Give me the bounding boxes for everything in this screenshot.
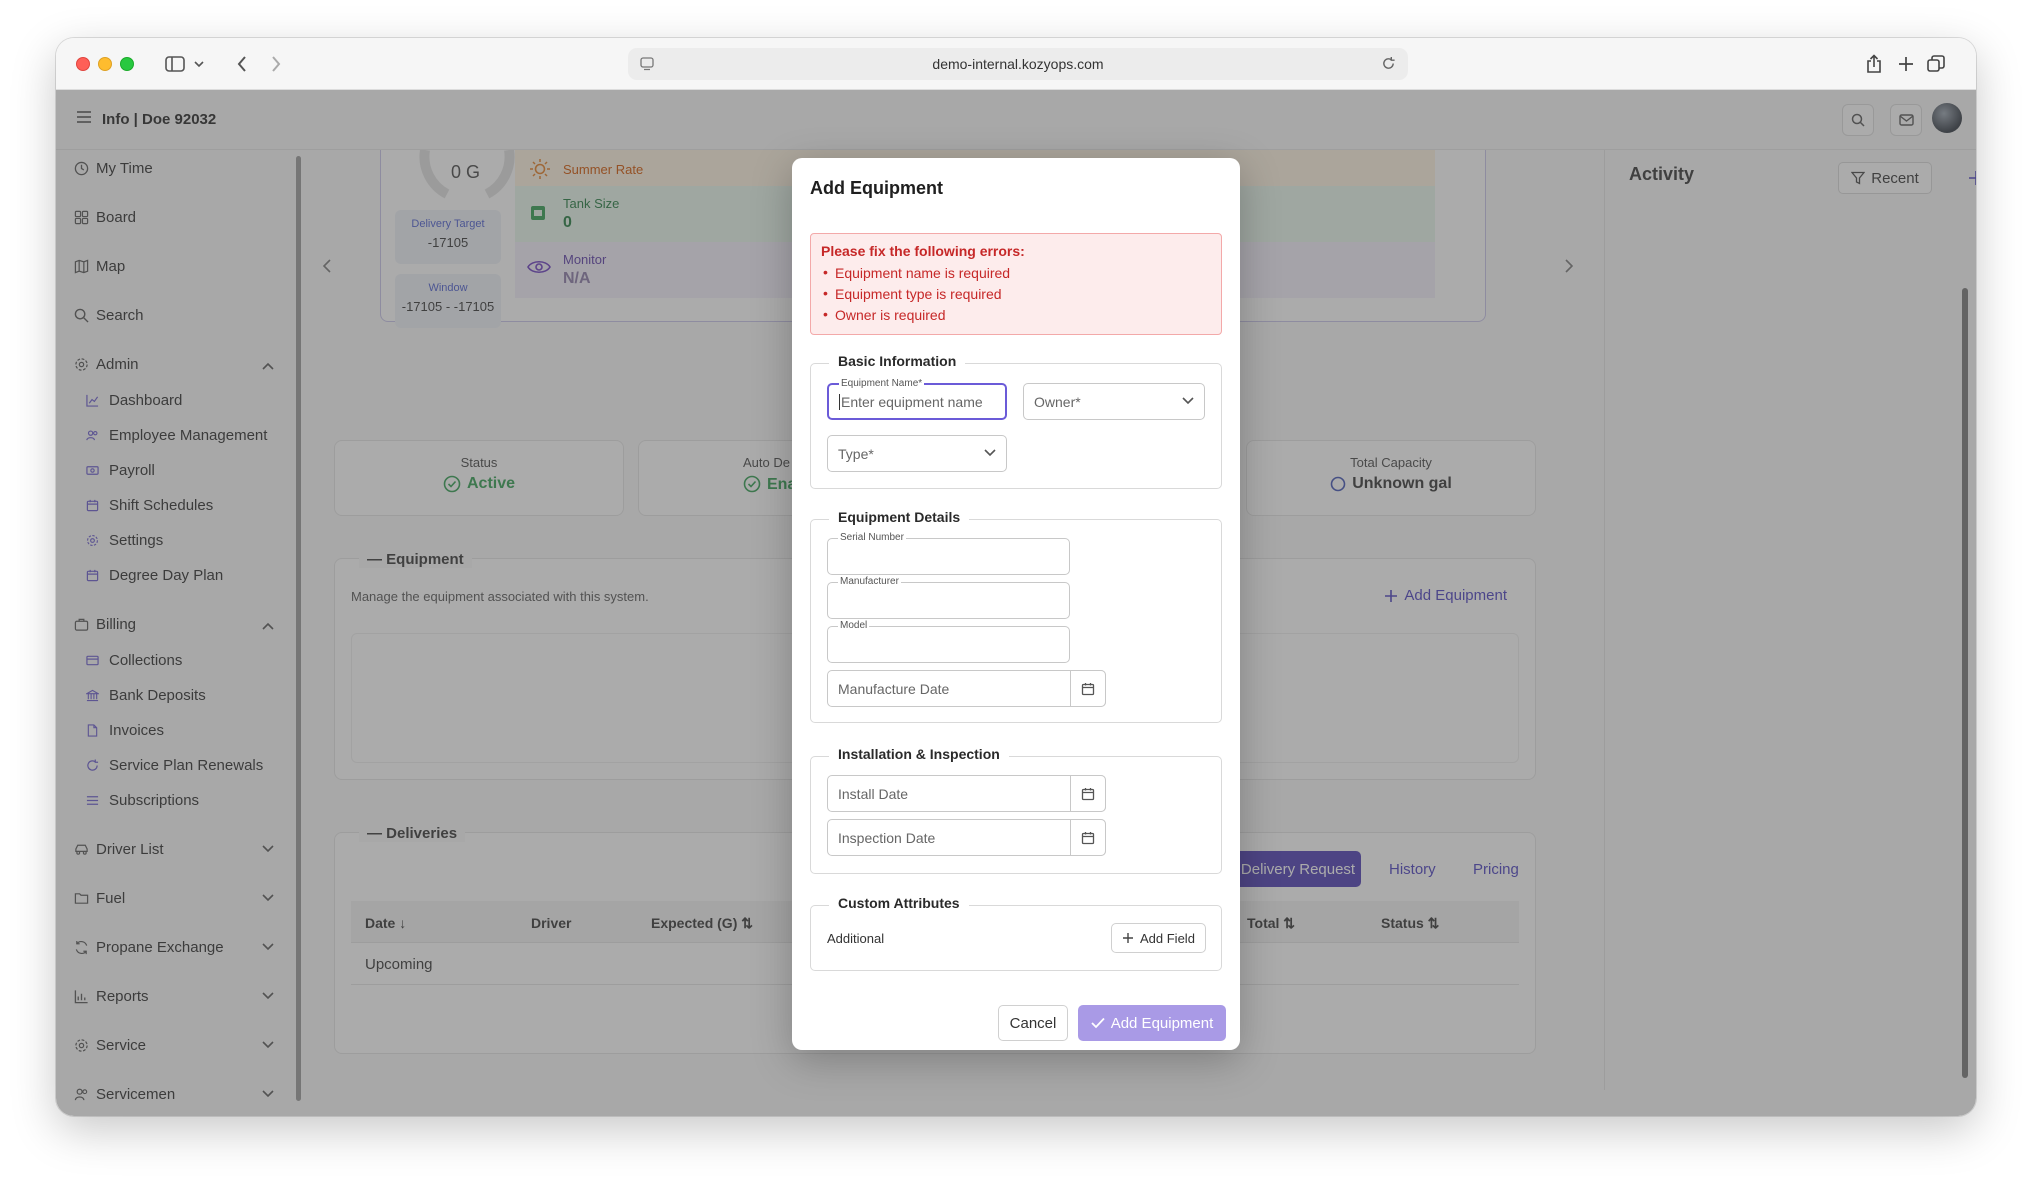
chevron-left-icon	[237, 56, 246, 72]
section-legend: Installation & Inspection	[829, 746, 1009, 762]
installation-inspection-section: Installation & Inspection Install Date I…	[810, 746, 1222, 874]
input-placeholder: Enter equipment name	[841, 393, 983, 410]
custom-attributes-section: Custom Attributes Additional Add Field	[810, 895, 1222, 971]
basic-information-section: Basic Information Equipment Name* Enter …	[810, 353, 1222, 489]
tab-overview-button[interactable]	[1924, 50, 1948, 78]
calendar-icon	[1081, 787, 1095, 800]
browser-toolbar: demo-internal.kozyops.com	[56, 38, 1976, 90]
tabs-icon	[1927, 55, 1945, 72]
manufacturer-input[interactable]: Manufacturer	[827, 576, 1070, 619]
maximize-window-button[interactable]	[120, 57, 134, 71]
field-label: Manufacturer	[838, 576, 901, 587]
plus-icon	[1899, 57, 1913, 71]
model-input[interactable]: Model	[827, 620, 1070, 663]
site-settings-icon	[640, 57, 654, 71]
error-item: Equipment name is required	[821, 264, 1211, 281]
field-label: Model	[838, 620, 870, 631]
sidebar-toggle-button[interactable]	[160, 50, 212, 78]
share-button[interactable]	[1862, 50, 1886, 78]
field-label: Equipment Name*	[839, 378, 925, 389]
install-date-picker-button[interactable]	[1070, 775, 1106, 812]
plus-icon	[1123, 933, 1133, 943]
modal-title: Add Equipment	[810, 178, 943, 198]
chevron-down-icon	[984, 449, 996, 457]
input-placeholder: Install Date	[838, 785, 909, 802]
sidebar-icon	[165, 56, 204, 72]
input-placeholder: Inspection Date	[838, 829, 936, 846]
back-button[interactable]	[228, 50, 256, 78]
add-equipment-submit-button[interactable]: Add Equipment	[1078, 1005, 1226, 1041]
forward-button[interactable]	[262, 50, 290, 78]
equipment-name-input[interactable]: Equipment Name* Enter equipment name	[827, 378, 1007, 420]
cancel-button[interactable]: Cancel	[998, 1005, 1068, 1041]
section-legend: Custom Attributes	[829, 895, 969, 911]
calendar-icon	[1081, 831, 1095, 844]
install-date-input[interactable]: Install Date	[827, 775, 1106, 812]
error-list: Equipment name is required Equipment typ…	[821, 264, 1211, 323]
manufacture-date-picker-button[interactable]	[1070, 670, 1106, 707]
serial-number-input[interactable]: Serial Number	[827, 532, 1070, 575]
add-equipment-modal: Add Equipment Please fix the following e…	[792, 158, 1240, 1050]
minimize-window-button[interactable]	[98, 57, 112, 71]
type-select[interactable]: Type*	[827, 435, 1007, 472]
url-text: demo-internal.kozyops.com	[932, 56, 1104, 72]
inspection-date-input[interactable]: Inspection Date	[827, 819, 1106, 856]
input-placeholder: Manufacture Date	[838, 680, 950, 697]
additional-label: Additional	[827, 931, 885, 946]
manufacture-date-input[interactable]: Manufacture Date	[827, 670, 1106, 707]
select-placeholder: Type*	[838, 445, 874, 462]
section-legend: Basic Information	[829, 353, 966, 369]
owner-select[interactable]: Owner*	[1023, 383, 1205, 420]
calendar-icon	[1081, 682, 1095, 695]
browser-window: demo-internal.kozyops.com Info | Doe 920…	[56, 38, 1976, 1116]
equipment-details-section: Equipment Details Serial Number Manufact…	[810, 509, 1222, 723]
check-icon	[1091, 1017, 1105, 1029]
chevron-right-icon	[272, 56, 281, 72]
field-label: Serial Number	[838, 532, 906, 543]
error-item: Owner is required	[821, 306, 1211, 323]
error-item: Equipment type is required	[821, 285, 1211, 302]
error-alert: Please fix the following errors: Equipme…	[810, 233, 1222, 335]
add-field-button[interactable]: Add Field	[1111, 923, 1206, 953]
select-placeholder: Owner*	[1034, 393, 1081, 410]
chevron-down-icon	[1182, 397, 1194, 405]
close-window-button[interactable]	[76, 57, 90, 71]
reload-icon[interactable]	[1381, 56, 1396, 71]
address-bar[interactable]: demo-internal.kozyops.com	[628, 48, 1408, 80]
new-tab-button[interactable]	[1894, 50, 1918, 78]
error-title: Please fix the following errors:	[821, 243, 1025, 259]
inspection-date-picker-button[interactable]	[1070, 819, 1106, 856]
section-legend: Equipment Details	[829, 509, 970, 525]
share-icon	[1867, 54, 1881, 73]
